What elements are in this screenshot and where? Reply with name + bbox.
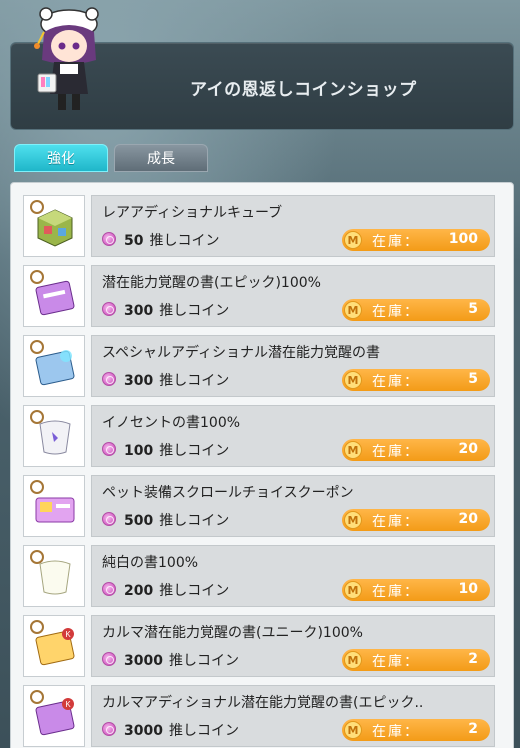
item-info: 潜在能力覚醒の書(エピック)100% 300 推しコイン M 在庫： 5 xyxy=(91,265,495,327)
m-icon: M xyxy=(344,301,362,319)
clock-icon xyxy=(30,620,44,634)
item-info: イノセントの書100% 100 推しコイン M 在庫： 20 xyxy=(91,405,495,467)
list-item[interactable]: 純白の書100% 200 推しコイン M 在庫： 10 xyxy=(23,545,507,607)
m-icon: M xyxy=(344,231,362,249)
tab-growth[interactable]: 成長 xyxy=(114,144,208,172)
tab-bar: 強化 成長 xyxy=(14,144,414,172)
oshi-coin-icon xyxy=(102,442,116,456)
stock-badge: M 在庫： 100 xyxy=(342,229,490,251)
innocent-scroll-icon xyxy=(23,405,85,467)
list-item[interactable]: ペット装備スクロールチョイスクーポン 500 推しコイン M 在庫： 20 xyxy=(23,475,507,537)
m-icon: M xyxy=(344,511,362,529)
item-name: ペット装備スクロールチョイスクーポン xyxy=(102,485,354,501)
item-name: レアアディショナルキューブ xyxy=(102,205,283,221)
oshi-coin-icon xyxy=(102,652,116,666)
shop-title: アイの恩返しコインショップ xyxy=(190,80,417,100)
stock-badge: M 在庫： 10 xyxy=(342,579,490,601)
item-name: カルマ潜在能力覚醒の書(ユニーク)100% xyxy=(102,625,363,641)
item-info: ペット装備スクロールチョイスクーポン 500 推しコイン M 在庫： 20 xyxy=(91,475,495,537)
stock-badge: M 在庫： 5 xyxy=(342,369,490,391)
stock-badge: M 在庫： 2 xyxy=(342,649,490,671)
svg-text:K: K xyxy=(65,700,71,709)
m-icon: M xyxy=(344,651,362,669)
item-info: スペシャルアディショナル潜在能力覚醒の書 300 推しコイン M 在庫： 5 xyxy=(91,335,495,397)
clock-icon xyxy=(30,200,44,214)
oshi-coin-icon xyxy=(102,722,116,736)
svg-text:K: K xyxy=(65,630,71,639)
clock-icon xyxy=(30,410,44,424)
oshi-coin-icon xyxy=(102,372,116,386)
item-name: イノセントの書100% xyxy=(102,415,241,431)
item-price: 300 推しコイン xyxy=(124,373,230,389)
item-info: カルマ潜在能力覚醒の書(ユニーク)100% 3000 推しコイン M 在庫： 2 xyxy=(91,615,495,677)
list-item[interactable]: K カルマ潜在能力覚醒の書(ユニーク)100% 3000 推しコイン M 在庫： … xyxy=(23,615,507,677)
item-name: 潜在能力覚醒の書(エピック)100% xyxy=(102,275,321,291)
stock-badge: M 在庫： 20 xyxy=(342,439,490,461)
stock-badge: M 在庫： 2 xyxy=(342,719,490,741)
item-info: 純白の書100% 200 推しコイン M 在庫： 10 xyxy=(91,545,495,607)
clock-icon xyxy=(30,550,44,564)
stock-badge: M 在庫： 5 xyxy=(342,299,490,321)
oshi-coin-icon xyxy=(102,232,116,246)
karma-unique-scroll-icon: K xyxy=(23,615,85,677)
item-name: 純白の書100% xyxy=(102,555,199,571)
item-price: 200 推しコイン xyxy=(124,583,230,599)
item-list: レアアディショナルキューブ 50 推しコイン M 在庫： 100 潜在能力覚醒の書… xyxy=(10,182,514,748)
item-name: スペシャルアディショナル潜在能力覚醒の書 xyxy=(102,345,381,361)
special-scroll-icon xyxy=(23,335,85,397)
clock-icon xyxy=(30,690,44,704)
m-icon: M xyxy=(344,721,362,739)
item-info: カルマアディショナル潜在能力覚醒の書(エピック.. 3000 推しコイン M 在庫… xyxy=(91,685,495,747)
clock-icon xyxy=(30,270,44,284)
stock-badge: M 在庫： 20 xyxy=(342,509,490,531)
list-item[interactable]: K カルマアディショナル潜在能力覚醒の書(エピック.. 3000 推しコイン M … xyxy=(23,685,507,747)
clock-icon xyxy=(30,340,44,354)
item-name: カルマアディショナル潜在能力覚醒の書(エピック.. xyxy=(102,695,424,711)
oshi-coin-icon xyxy=(102,302,116,316)
item-price: 300 推しコイン xyxy=(124,303,230,319)
item-info: レアアディショナルキューブ 50 推しコイン M 在庫： 100 xyxy=(91,195,495,257)
list-item[interactable]: スペシャルアディショナル潜在能力覚醒の書 300 推しコイン M 在庫： 5 xyxy=(23,335,507,397)
m-icon: M xyxy=(344,371,362,389)
oshi-coin-icon xyxy=(102,512,116,526)
item-price: 500 推しコイン xyxy=(124,513,230,529)
epic-scroll-icon xyxy=(23,265,85,327)
list-item[interactable]: レアアディショナルキューブ 50 推しコイン M 在庫： 100 xyxy=(23,195,507,257)
list-item[interactable]: イノセントの書100% 100 推しコイン M 在庫： 20 xyxy=(23,405,507,467)
pet-coupon-icon xyxy=(23,475,85,537)
white-scroll-icon xyxy=(23,545,85,607)
tab-enhance[interactable]: 強化 xyxy=(14,144,108,172)
list-item[interactable]: 潜在能力覚醒の書(エピック)100% 300 推しコイン M 在庫： 5 xyxy=(23,265,507,327)
clock-icon xyxy=(30,480,44,494)
karma-epic-scroll-icon: K xyxy=(23,685,85,747)
item-price: 50 推しコイン xyxy=(124,233,220,249)
m-icon: M xyxy=(344,581,362,599)
item-price: 3000 推しコイン xyxy=(124,723,239,739)
m-icon: M xyxy=(344,441,362,459)
character-avatar-icon xyxy=(24,4,114,116)
item-price: 100 推しコイン xyxy=(124,443,230,459)
oshi-coin-icon xyxy=(102,582,116,596)
cube-icon xyxy=(23,195,85,257)
item-price: 3000 推しコイン xyxy=(124,653,239,669)
